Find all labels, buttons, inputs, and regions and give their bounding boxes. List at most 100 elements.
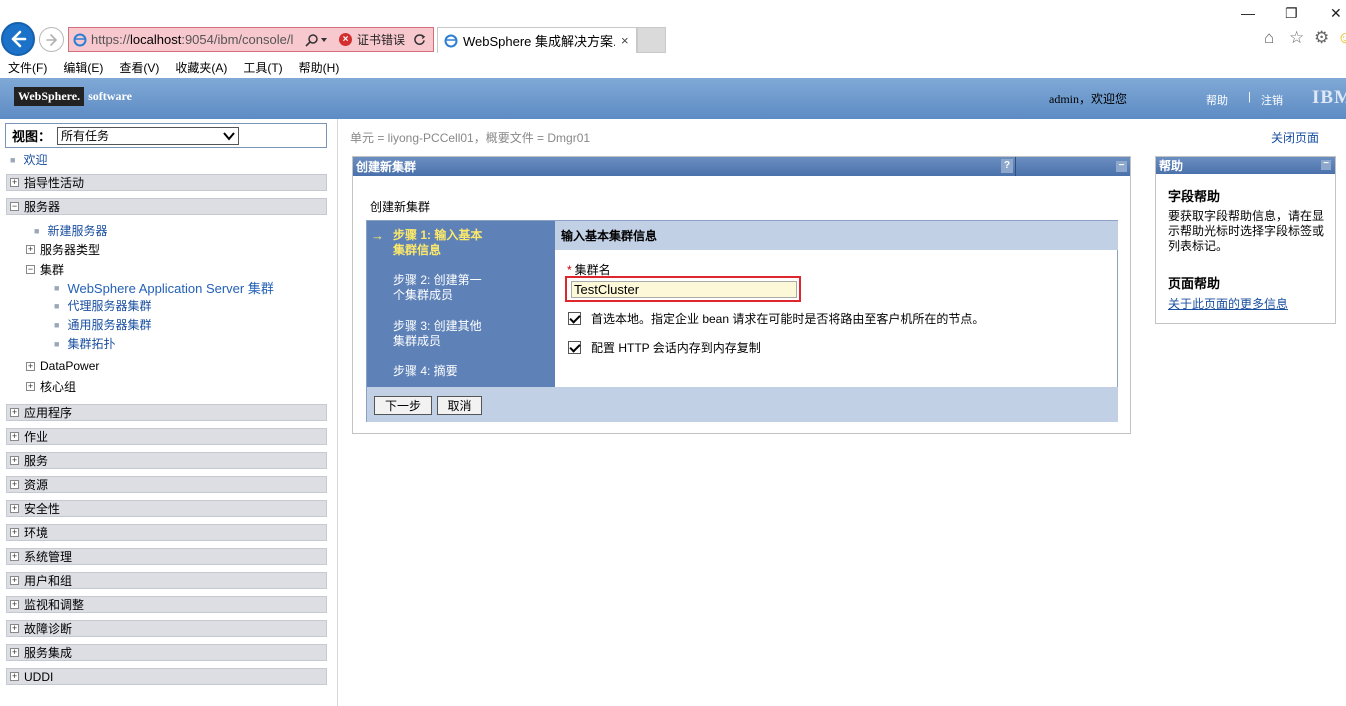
view-select[interactable]: 所有任务 bbox=[57, 126, 240, 145]
next-button[interactable]: 下一步 bbox=[374, 396, 432, 415]
nav-new-server[interactable]: ■ 新建服务器 bbox=[34, 222, 107, 239]
favorites-star-icon[interactable]: ☆ bbox=[1289, 28, 1304, 48]
field-help-text: 要获取字段帮助信息，请在显示帮助光标时选择字段标签或列表标记。 bbox=[1168, 209, 1325, 253]
expand-icon: + bbox=[10, 527, 19, 537]
wizard-body: 输入基本集群信息 * 集群名 TestCluster 首选本地。指定企业 bean… bbox=[555, 221, 1118, 387]
expand-icon: + bbox=[10, 479, 19, 489]
required-marker: * bbox=[567, 263, 572, 277]
tab-close-icon[interactable]: × bbox=[621, 33, 629, 48]
cluster-name-input[interactable]: TestCluster bbox=[571, 281, 797, 298]
page-help-title: 页面帮助 bbox=[1168, 276, 1221, 291]
prefer-local-checkbox[interactable] bbox=[568, 312, 581, 325]
help-icon[interactable]: ? bbox=[1001, 159, 1013, 173]
new-tab-button[interactable] bbox=[637, 27, 666, 53]
address-url[interactable]: https://localhost:9054/ibm/console/l bbox=[91, 32, 301, 47]
menu-tools[interactable]: 工具(T) bbox=[243, 59, 282, 76]
ie-page-icon bbox=[444, 34, 458, 47]
cancel-button[interactable]: 取消 bbox=[437, 396, 482, 415]
create-cluster-panel: 创建新集群 ? − 创建新集群 → 步骤 1: 输入基本 集群信息 步骤 2: … bbox=[352, 156, 1131, 434]
menu-view[interactable]: 查看(V) bbox=[119, 59, 159, 76]
cluster-name-highlight: TestCluster bbox=[565, 276, 801, 302]
search-icon[interactable] bbox=[305, 33, 319, 47]
nav-resources[interactable]: + 资源 bbox=[6, 476, 327, 493]
bullet-icon: ■ bbox=[54, 300, 60, 311]
minimize-icon[interactable]: − bbox=[1321, 159, 1331, 170]
cert-error-indicator[interactable]: × 证书错误 bbox=[339, 31, 405, 48]
restore-window-icon[interactable]: ❐ bbox=[1285, 5, 1298, 22]
menu-file[interactable]: 文件(F) bbox=[8, 59, 47, 76]
nav-cluster-topology[interactable]: ■ 集群拓扑 bbox=[54, 335, 115, 352]
nav-users-groups[interactable]: + 用户和组 bbox=[6, 572, 327, 589]
header-help-link[interactable]: 帮助 bbox=[1206, 92, 1228, 108]
menu-help[interactable]: 帮助(H) bbox=[299, 59, 340, 76]
bullet-icon: ■ bbox=[10, 154, 16, 165]
menu-favorites[interactable]: 收藏夹(A) bbox=[175, 59, 227, 76]
wizard-steps: → 步骤 1: 输入基本 集群信息 步骤 2: 创建第一 个集群成员 步骤 3:… bbox=[367, 221, 555, 387]
panel-title: 创建新集群 bbox=[356, 160, 417, 174]
nav-guided-activities[interactable]: + 指导性活动 bbox=[6, 174, 327, 191]
nav-monitoring[interactable]: + 监视和调整 bbox=[6, 596, 327, 613]
step-4[interactable]: 步骤 4: 摘要 bbox=[393, 364, 458, 379]
step-2[interactable]: 步骤 2: 创建第一 个集群成员 bbox=[393, 273, 482, 303]
nav-troubleshooting[interactable]: + 故障诊断 bbox=[6, 620, 327, 637]
step-1[interactable]: 步骤 1: 输入基本 集群信息 bbox=[393, 228, 482, 258]
nav-server-types[interactable]: + 服务器类型 bbox=[26, 241, 100, 258]
browser-tab[interactable]: WebSphere 集成解决方案... × bbox=[437, 27, 637, 53]
view-label: 视图： bbox=[12, 129, 52, 144]
expand-icon: + bbox=[26, 360, 35, 371]
bullet-icon: ■ bbox=[34, 225, 40, 236]
collapse-icon: − bbox=[26, 264, 35, 274]
chevron-down-icon[interactable] bbox=[319, 35, 329, 45]
refresh-icon[interactable] bbox=[413, 33, 426, 46]
browser-toolbar: https://localhost:9054/ibm/console/l × 证… bbox=[0, 0, 1346, 56]
websphere-logo: WebSphere. software bbox=[14, 87, 132, 106]
gear-icon[interactable]: ⚙ bbox=[1314, 28, 1329, 48]
nav-applications[interactable]: + 应用程序 bbox=[6, 404, 327, 421]
expand-icon: + bbox=[10, 503, 19, 513]
nav-environment[interactable]: + 环境 bbox=[6, 524, 327, 541]
nav-proxy-cluster[interactable]: ■ 代理服务器集群 bbox=[54, 297, 151, 314]
http-replication-checkbox[interactable] bbox=[568, 341, 581, 354]
nav-datapower[interactable]: + DataPower bbox=[26, 359, 99, 373]
nav-clusters[interactable]: − 集群 bbox=[26, 261, 64, 278]
step-3[interactable]: 步骤 3: 创建其他 集群成员 bbox=[393, 319, 482, 349]
nav-uddi[interactable]: + UDDI bbox=[6, 668, 327, 685]
nav-welcome[interactable]: ■ 欢迎 bbox=[10, 151, 47, 168]
home-icon[interactable]: ⌂ bbox=[1264, 28, 1274, 48]
minimize-window-icon[interactable]: — bbox=[1241, 5, 1255, 21]
expand-icon: + bbox=[10, 551, 19, 561]
expand-icon: + bbox=[10, 623, 19, 633]
expand-icon: + bbox=[26, 381, 35, 391]
nav-jobs[interactable]: + 作业 bbox=[6, 428, 327, 445]
menu-edit[interactable]: 编辑(E) bbox=[63, 59, 103, 76]
page-subtitle: 创建新集群 bbox=[370, 200, 431, 214]
close-page-link[interactable]: 关闭页面 bbox=[1271, 129, 1319, 146]
current-step-arrow-icon: → bbox=[371, 228, 384, 243]
field-help-title: 字段帮助 bbox=[1168, 189, 1221, 204]
nav-services[interactable]: + 服务 bbox=[6, 452, 327, 469]
logout-link[interactable]: 注销 bbox=[1261, 92, 1283, 108]
nav-system-admin[interactable]: + 系统管理 bbox=[6, 548, 327, 565]
breadcrumb: 单元 = liyong-PCCell01，概要文件 = Dmgr01 bbox=[350, 131, 591, 145]
nav-servers[interactable]: − 服务器 bbox=[6, 198, 327, 215]
expand-icon: + bbox=[10, 647, 19, 657]
error-x-icon: × bbox=[339, 33, 352, 46]
back-button[interactable] bbox=[1, 22, 35, 56]
forward-button[interactable] bbox=[39, 27, 64, 52]
expand-icon: + bbox=[10, 599, 19, 609]
nav-generic-cluster[interactable]: ■ 通用服务器集群 bbox=[54, 316, 151, 333]
minimize-icon[interactable]: − bbox=[1116, 161, 1127, 172]
expand-icon: + bbox=[10, 407, 19, 417]
expand-icon: + bbox=[10, 431, 19, 441]
nav-service-integration[interactable]: + 服务集成 bbox=[6, 644, 327, 661]
page-help-link[interactable]: 关于此页面的更多信息 bbox=[1168, 295, 1288, 312]
nav-security[interactable]: + 安全性 bbox=[6, 500, 327, 517]
nav-was-cluster[interactable]: ■ WebSphere Application Server 集群 bbox=[54, 278, 274, 297]
expand-icon: + bbox=[26, 244, 35, 254]
close-window-icon[interactable]: ✕ bbox=[1330, 5, 1342, 22]
header-separator: | bbox=[1248, 91, 1251, 103]
ibm-logo: IBM bbox=[1312, 87, 1346, 108]
smiley-feedback-icon[interactable]: ☺ bbox=[1337, 28, 1346, 48]
address-bar[interactable]: https://localhost:9054/ibm/console/l × 证… bbox=[68, 27, 434, 52]
nav-core-group[interactable]: + 核心组 bbox=[26, 378, 76, 395]
